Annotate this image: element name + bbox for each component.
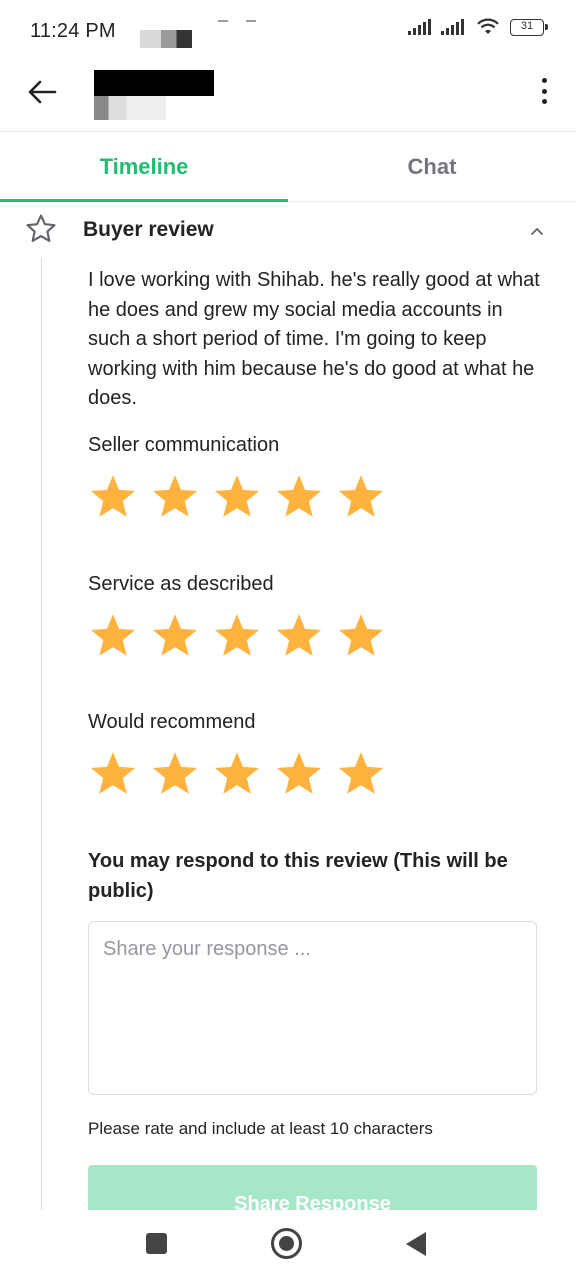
username-redacted bbox=[94, 70, 214, 96]
status-network-speed-redacted bbox=[140, 30, 192, 48]
more-vert-icon bbox=[541, 78, 547, 83]
rating-stars-service-as-described bbox=[88, 612, 386, 660]
app-header bbox=[0, 62, 576, 132]
signal-icon bbox=[441, 19, 464, 35]
nav-back-button[interactable] bbox=[406, 1232, 426, 1256]
home-button[interactable] bbox=[271, 1228, 302, 1259]
star-filled-icon bbox=[214, 752, 260, 794]
star-outline-icon bbox=[26, 214, 56, 242]
recent-apps-button[interactable] bbox=[146, 1233, 167, 1254]
star-filled-icon bbox=[152, 614, 198, 656]
status-notification-icon bbox=[246, 20, 256, 22]
battery-icon: 31 bbox=[510, 18, 548, 36]
tab-timeline[interactable]: Timeline bbox=[0, 132, 288, 202]
star-filled-icon bbox=[276, 475, 322, 517]
response-hint: Please rate and include at least 10 char… bbox=[88, 1119, 433, 1138]
response-input[interactable] bbox=[88, 921, 537, 1095]
star-filled-icon bbox=[152, 752, 198, 794]
star-filled-icon bbox=[90, 614, 136, 656]
star-filled-icon bbox=[276, 752, 322, 794]
rating-label-service-as-described: Service as described bbox=[88, 573, 274, 595]
star-filled-icon bbox=[338, 752, 384, 794]
rating-stars-seller-communication bbox=[88, 473, 386, 521]
star-filled-icon bbox=[90, 475, 136, 517]
star-filled-icon bbox=[90, 752, 136, 794]
star-filled-icon bbox=[214, 475, 260, 517]
arrow-left-icon bbox=[28, 80, 57, 104]
review-title: Buyer review bbox=[83, 218, 214, 241]
rating-stars-would-recommend bbox=[88, 750, 386, 798]
star-filled-icon bbox=[152, 475, 198, 517]
status-icons: 31 bbox=[408, 18, 548, 36]
timeline-line bbox=[41, 258, 42, 1210]
subtitle-redacted bbox=[94, 96, 166, 120]
star-filled-icon bbox=[214, 614, 260, 656]
status-bar: 11:24 PM 31 bbox=[0, 0, 576, 62]
star-filled-icon bbox=[338, 475, 384, 517]
star-filled-icon bbox=[338, 614, 384, 656]
respond-title: You may respond to this review (This wil… bbox=[88, 850, 508, 902]
chevron-up-icon[interactable] bbox=[526, 220, 548, 242]
system-nav-bar bbox=[0, 1210, 576, 1280]
star-filled-icon bbox=[276, 614, 322, 656]
review-text: I love working with Shihab. he's really … bbox=[88, 269, 540, 409]
more-options-button[interactable] bbox=[536, 76, 552, 106]
rating-label-seller-communication: Seller communication bbox=[88, 434, 280, 456]
wifi-icon bbox=[477, 18, 499, 34]
rating-label-would-recommend: Would recommend bbox=[88, 711, 256, 733]
tab-bar: Timeline Chat bbox=[0, 132, 576, 202]
status-notification-icon bbox=[218, 20, 228, 22]
signal-icon bbox=[408, 19, 431, 35]
status-time: 11:24 PM bbox=[30, 20, 116, 42]
review-header[interactable]: Buyer review bbox=[24, 210, 552, 250]
tab-chat[interactable]: Chat bbox=[288, 132, 576, 201]
back-button[interactable] bbox=[24, 74, 60, 110]
